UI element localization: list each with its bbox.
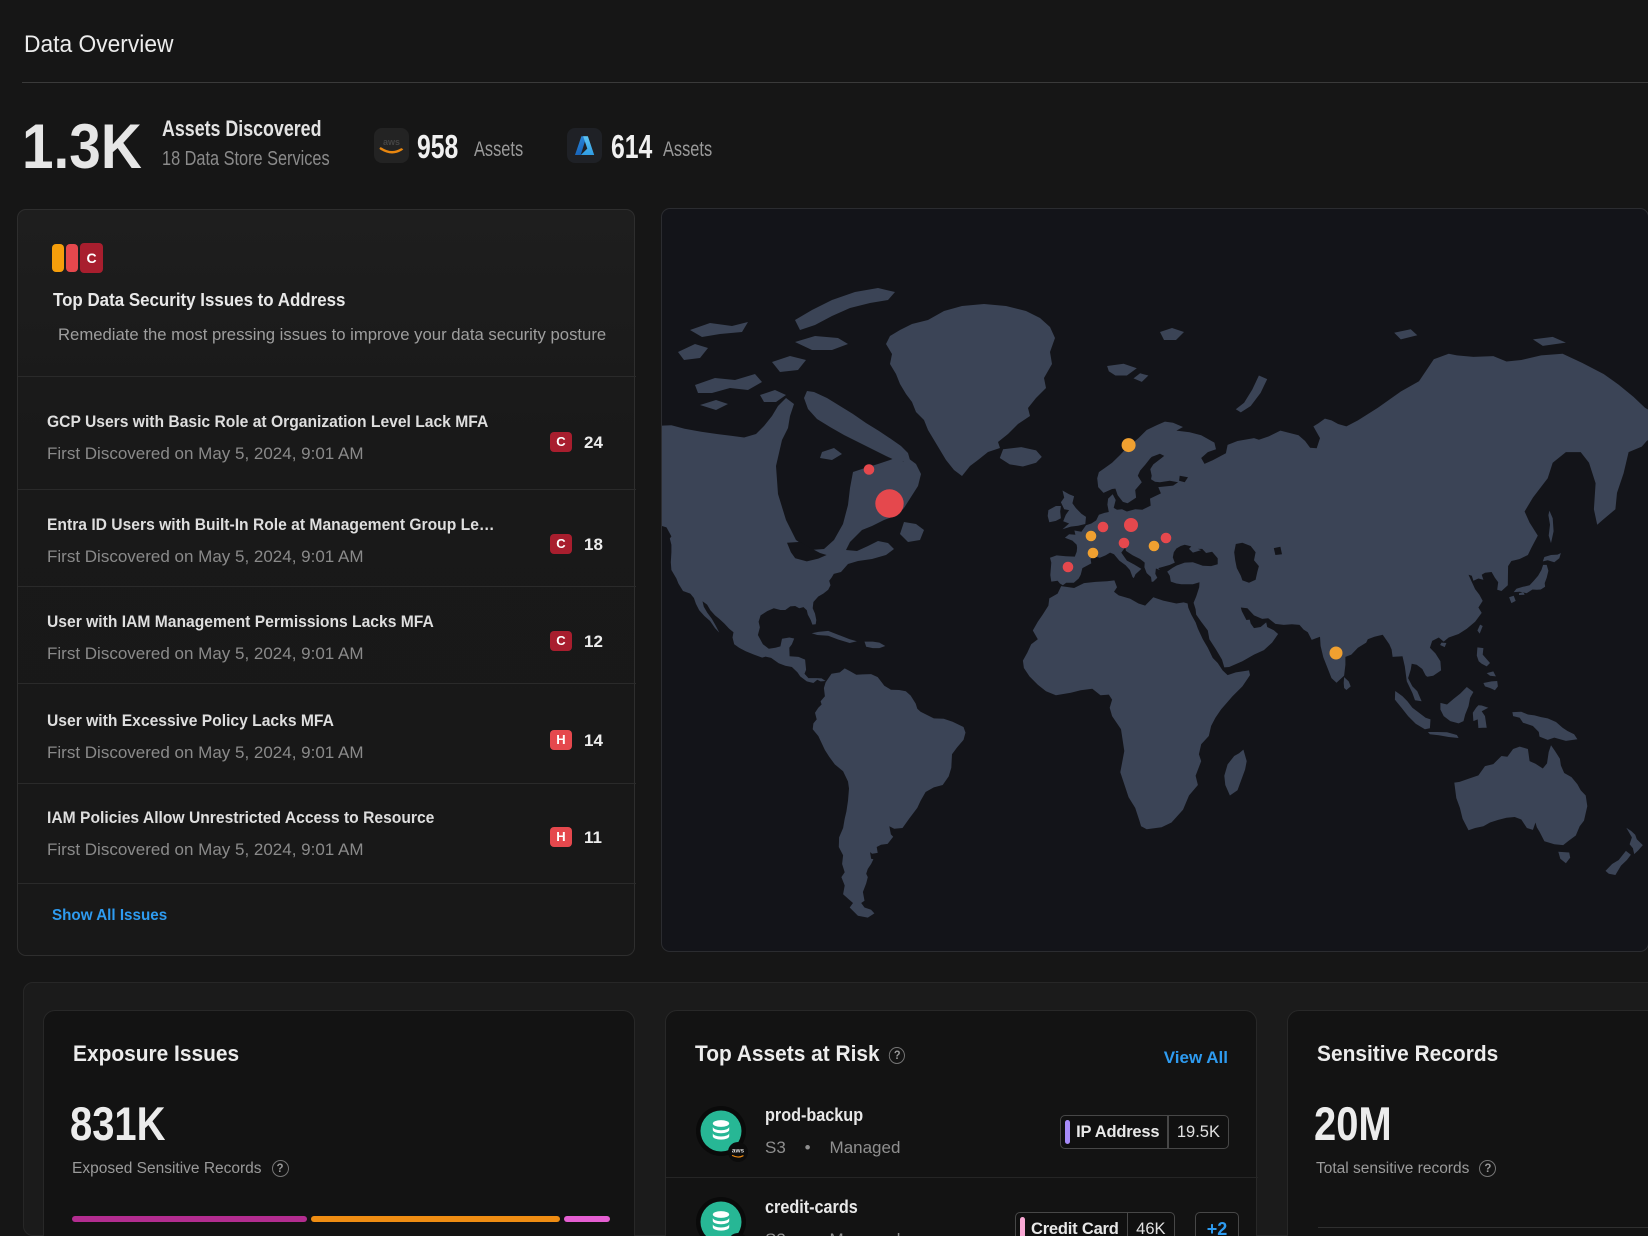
svg-text:aws: aws — [383, 137, 400, 147]
svg-text:aws: aws — [732, 1148, 745, 1155]
